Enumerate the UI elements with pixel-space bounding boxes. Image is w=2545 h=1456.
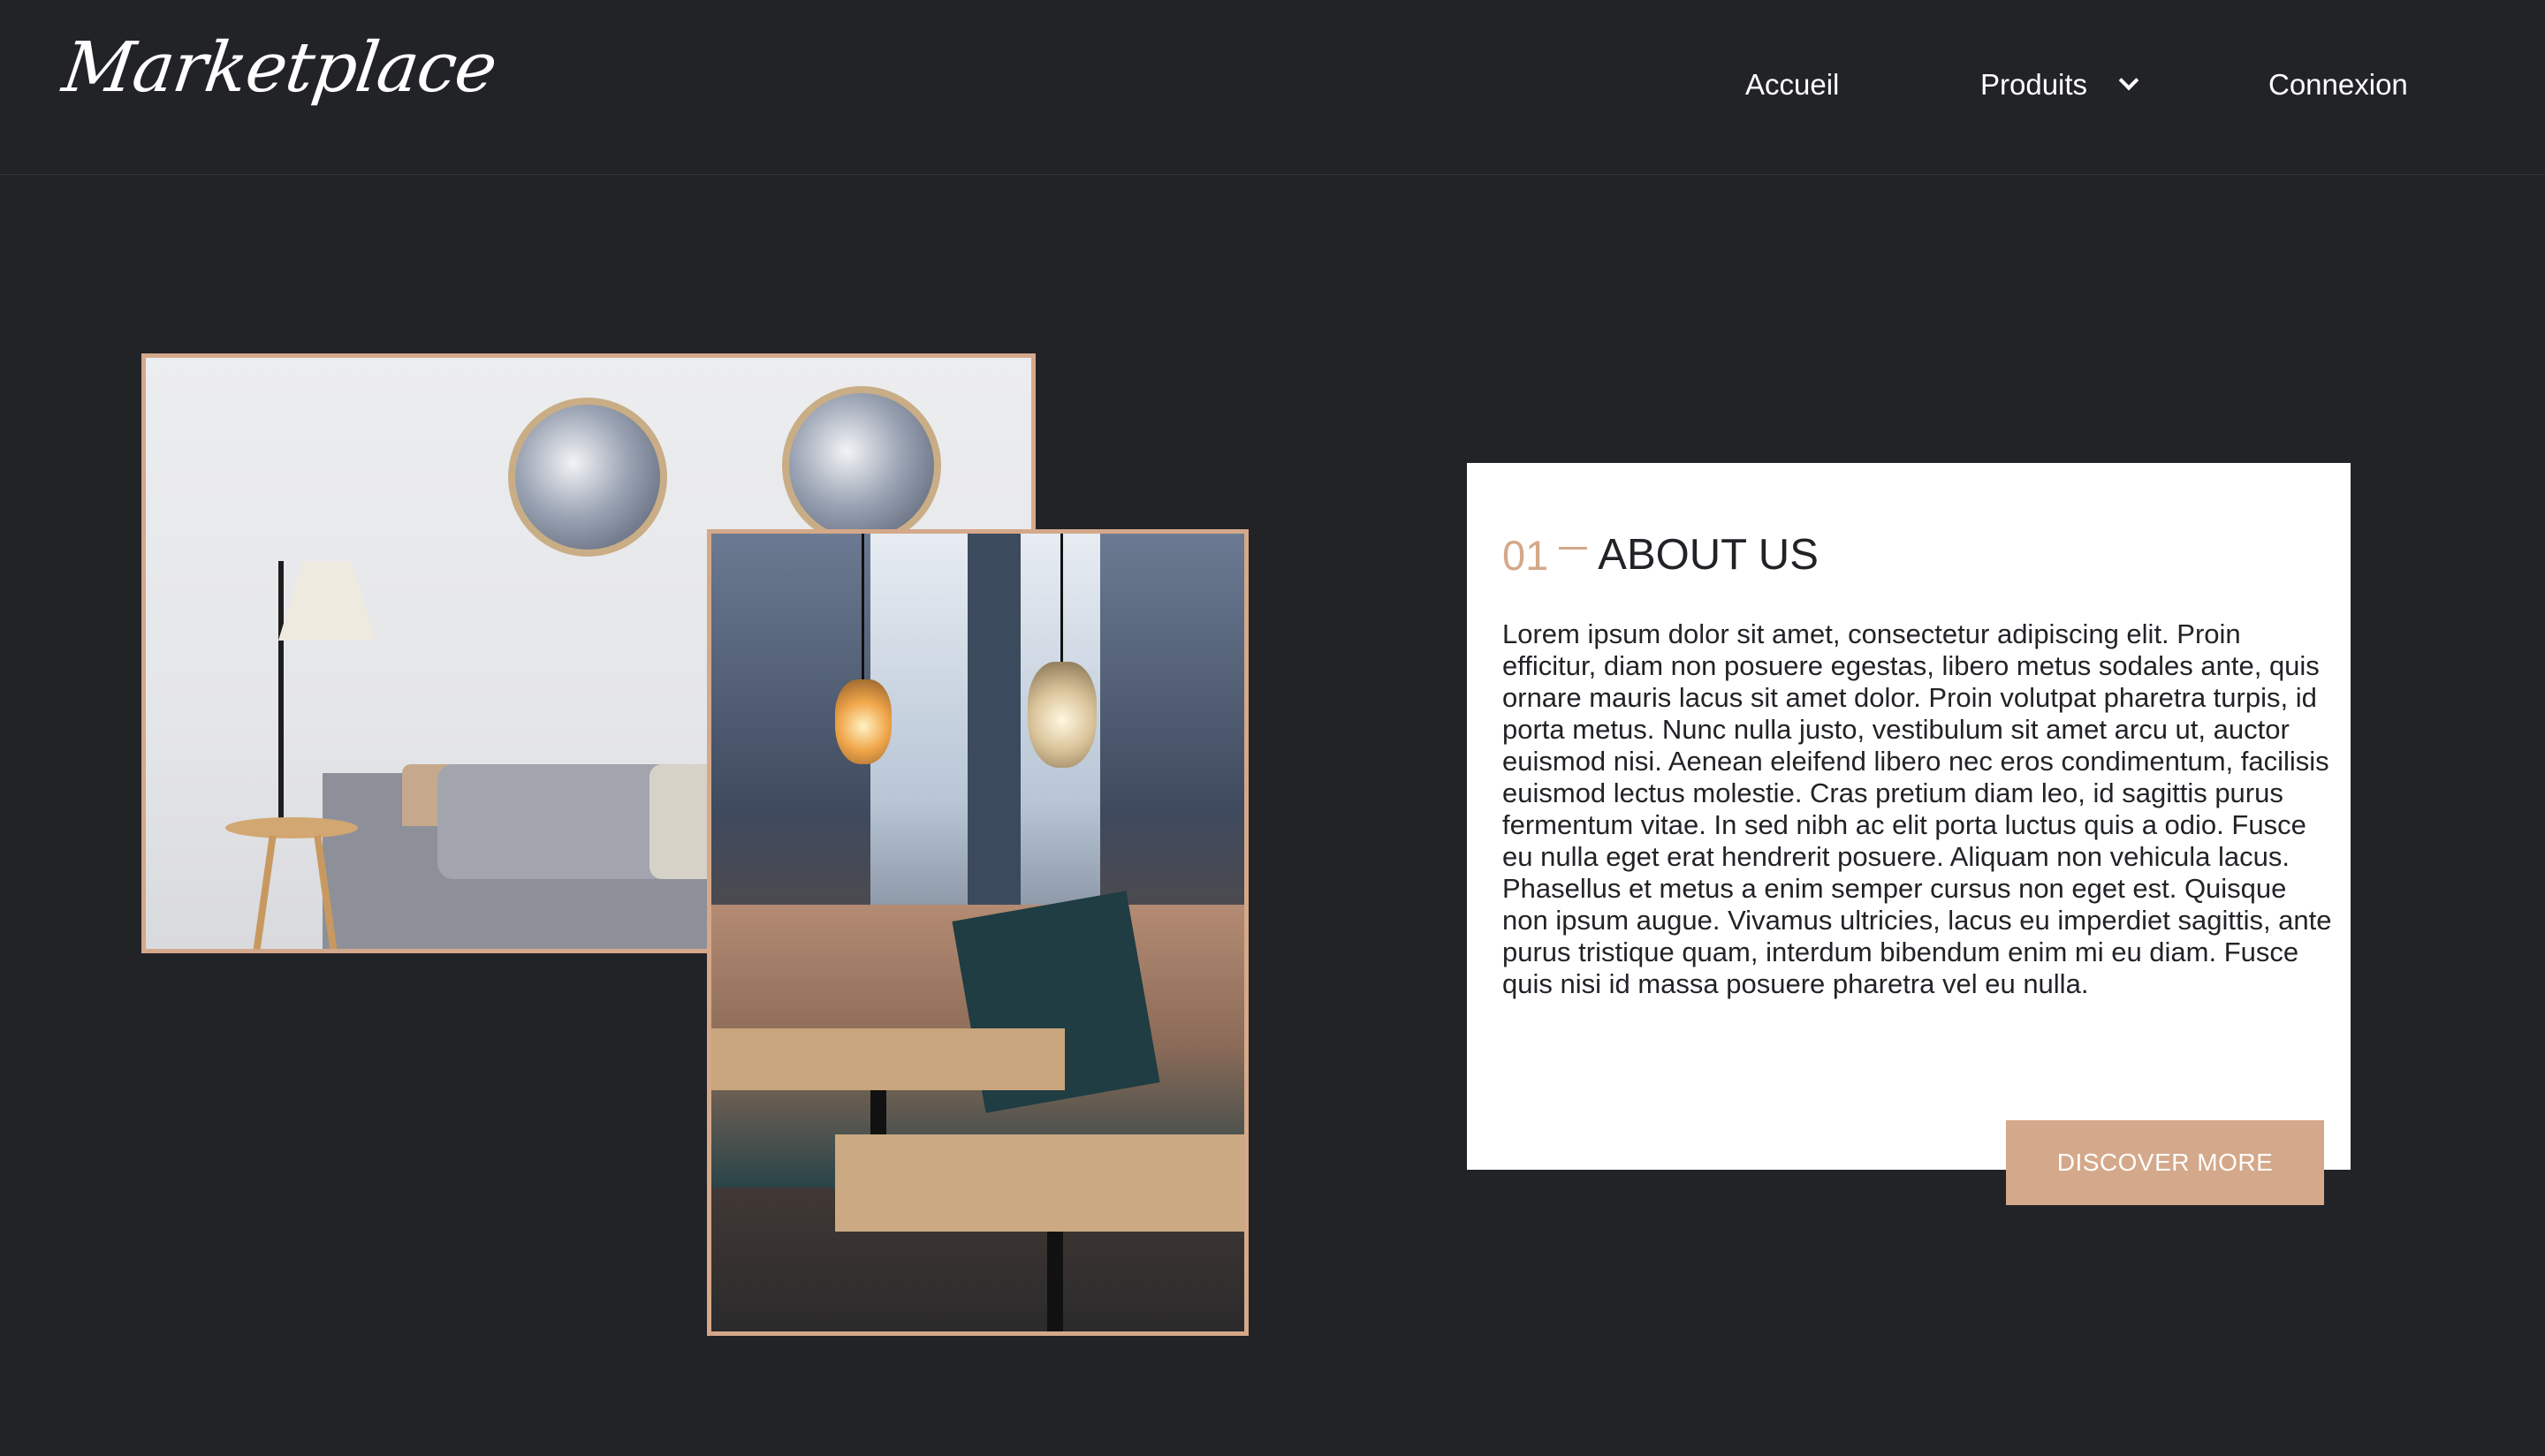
- cafe-table: [711, 1028, 1065, 1090]
- wall-art: [508, 398, 667, 557]
- side-table: [225, 817, 358, 838]
- cafe-photo: [707, 529, 1249, 1336]
- lamp-cord: [862, 534, 864, 684]
- nav-link-login[interactable]: Connexion: [2268, 67, 2408, 102]
- pendant-lamp: [1028, 662, 1097, 768]
- nav-link-products[interactable]: Produits: [1980, 67, 2139, 102]
- wall-art: [782, 386, 941, 545]
- floor-lamp-shade: [278, 561, 376, 641]
- cafe-table: [835, 1134, 1244, 1232]
- lamp-cord: [1060, 534, 1063, 666]
- brand-logo[interactable]: Marketplace: [58, 28, 501, 108]
- table-leg: [1047, 1232, 1063, 1331]
- discover-more-button[interactable]: DISCOVER MORE: [2006, 1120, 2324, 1205]
- heading-dash: [1559, 547, 1588, 550]
- chevron-down-icon[interactable]: [2118, 70, 2139, 91]
- section-number: 01: [1502, 532, 1549, 579]
- about-heading: 01 ABOUT US: [1502, 534, 1819, 577]
- site-header: Marketplace Accueil Produits Connexion: [0, 0, 2545, 175]
- about-body-text: Lorem ipsum dolor sit amet, consectetur …: [1502, 618, 2332, 999]
- pillow: [437, 764, 685, 879]
- window-column: [968, 534, 1021, 914]
- nav-link-home[interactable]: Accueil: [1745, 67, 1839, 102]
- pendant-lamp: [835, 679, 892, 764]
- nav-link-products-label: Produits: [1980, 68, 2088, 101]
- section-title: ABOUT US: [1598, 531, 1819, 579]
- side-table-leg: [252, 835, 277, 949]
- floor-lamp-pole: [278, 561, 284, 826]
- about-card: 01 ABOUT US Lorem ipsum dolor sit amet, …: [1467, 463, 2351, 1170]
